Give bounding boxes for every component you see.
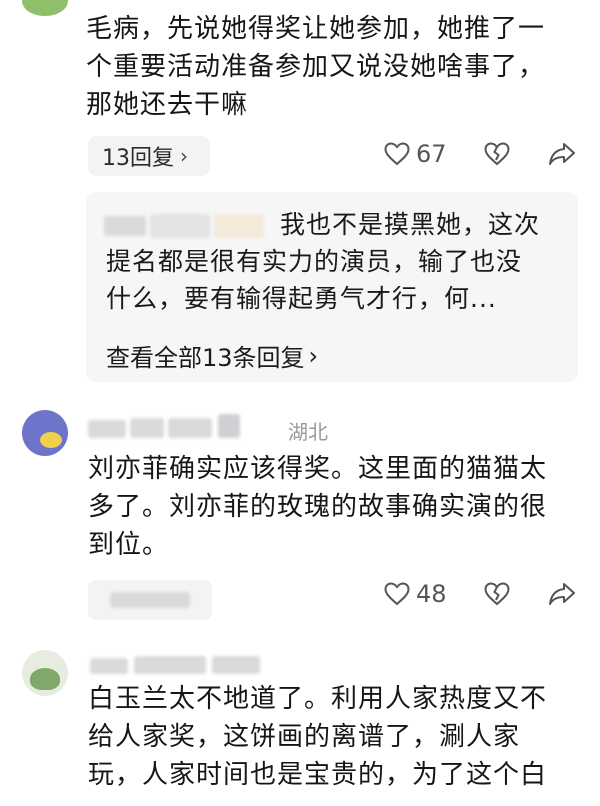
location: 湖北 [288,420,328,444]
reply-text: 我也不是摸黑她，这次 提名都是很有实力的演员，输了也没 什么，要有输得起勇气才行… [106,206,566,317]
replies-button[interactable] [88,580,212,620]
comment-line: 玩，人家时间也是宝贵的，为了这个白 [88,760,548,790]
share-button[interactable] [548,582,576,606]
comment-line: 到位。 [88,530,170,560]
dislike-button[interactable] [484,142,510,166]
blurred-username [130,418,164,438]
heart-outline-icon [384,142,410,166]
replies-label: 13回复 [102,146,174,171]
blurred-username [90,658,128,674]
share-arrow-icon [549,143,575,165]
blurred-replies-label [110,592,190,608]
like-count: 48 [416,580,447,608]
reply-line: 我也不是摸黑她，这次 [280,210,541,239]
heart-outline-icon [384,582,410,606]
dislike-button[interactable] [484,582,510,606]
share-button[interactable] [548,142,576,166]
reply-line: 提名都是很有实力的演员，输了也没 [106,247,523,276]
avatar[interactable] [22,650,68,696]
share-arrow-icon [549,583,575,605]
comment-text: 刘亦菲确实应该得奖。这里面的猫猫太 多了。刘亦菲的玫瑰的故事确实演的很 到位。 [88,450,588,564]
chevron-right-icon: › [308,341,319,370]
blurred-username [212,656,260,674]
blurred-username [218,414,240,438]
avatar[interactable] [22,410,68,456]
view-all-label: 查看全部13条回复 [106,344,305,372]
chevron-right-icon: › [180,144,188,168]
comment-line: 个重要活动准备参加又说没她啥事了， [86,52,546,82]
comment-text: 白玉兰太不地道了。利用人家热度又不 给人家奖，这饼画的离谱了，涮人家 玩，人家时… [88,680,588,794]
comment-line: 给人家奖，这饼画的离谱了，涮人家 [88,722,521,752]
blurred-username [134,656,206,674]
like-button[interactable]: 67 [384,140,447,168]
view-all-replies-link[interactable]: 查看全部13条回复 › [106,338,318,373]
avatar-decoration [40,432,62,448]
reply-line: 什么，要有输得起勇气才行，何... [106,284,497,313]
avatar[interactable] [22,0,68,16]
avatar-decoration [30,668,60,690]
like-button[interactable]: 48 [384,580,447,608]
broken-heart-icon [484,582,510,606]
comment-line: 白玉兰太不地道了。利用人家热度又不 [88,684,548,714]
broken-heart-icon [484,142,510,166]
replies-button[interactable]: 13回复 › [88,136,210,176]
blurred-username [88,420,126,438]
comment-line: 那她还去干嘛 [86,90,249,120]
comment-line: 毛病，先说她得奖让她参加，她推了一 [86,14,546,44]
comment-text: 毛病，先说她得奖让她参加，她推了一 个重要活动准备参加又说没她啥事了， 那她还去… [86,10,586,124]
comment-line: 多了。刘亦菲的玫瑰的故事确实演的很 [88,492,548,522]
like-count: 67 [416,140,447,168]
blurred-username [168,418,212,438]
comment-line: 刘亦菲确实应该得奖。这里面的猫猫太 [88,454,548,484]
